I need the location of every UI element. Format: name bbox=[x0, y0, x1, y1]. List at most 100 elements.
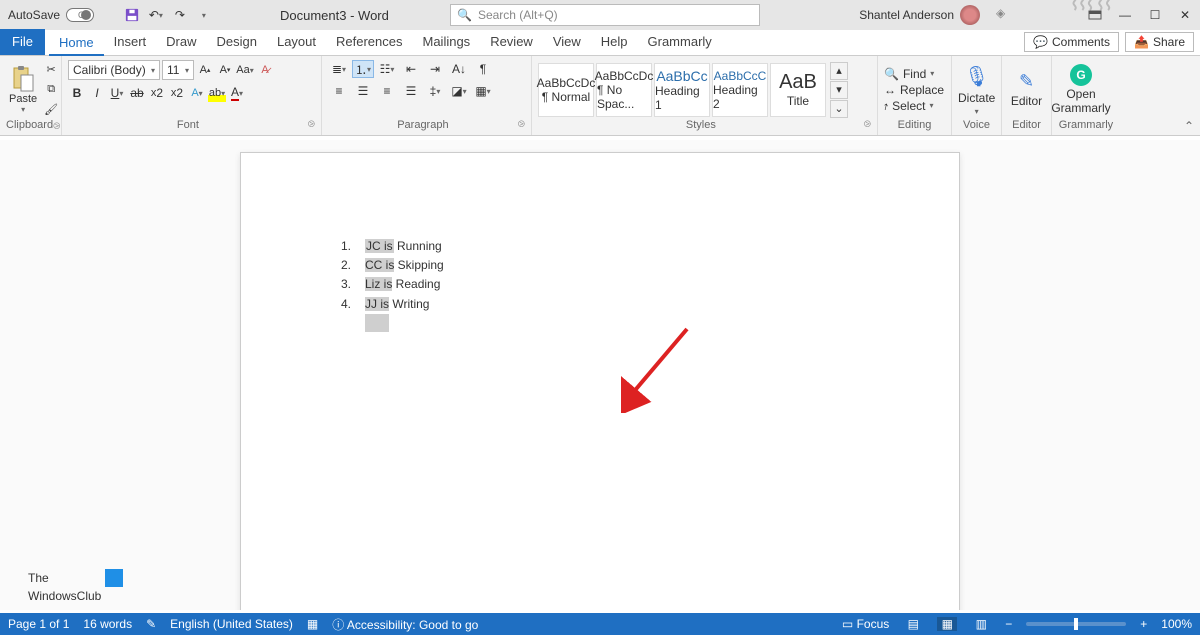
web-layout-button[interactable]: ▥ bbox=[971, 617, 991, 631]
qat-more-button[interactable]: ▾ bbox=[194, 5, 214, 25]
find-button[interactable]: 🔍 Find ▾ bbox=[884, 67, 944, 81]
shading-button[interactable]: ◪▾ bbox=[448, 82, 470, 100]
styles-launcher[interactable]: ⧁ bbox=[864, 119, 871, 133]
collapse-ribbon-button[interactable]: ⌃ bbox=[1184, 119, 1194, 133]
italic-button[interactable]: I bbox=[88, 84, 106, 102]
change-case-button[interactable]: Aa▾ bbox=[236, 61, 254, 79]
tab-review[interactable]: Review bbox=[480, 29, 543, 55]
align-right-button[interactable]: ≡ bbox=[376, 82, 398, 100]
tab-design[interactable]: Design bbox=[207, 29, 267, 55]
paragraph-launcher[interactable]: ⧁ bbox=[518, 119, 525, 133]
save-button[interactable] bbox=[122, 5, 142, 25]
zoom-level[interactable]: 100% bbox=[1161, 617, 1192, 631]
superscript-button[interactable]: x2 bbox=[168, 84, 186, 102]
tab-view[interactable]: View bbox=[543, 29, 591, 55]
justify-button[interactable]: ☰ bbox=[400, 82, 422, 100]
tab-insert[interactable]: Insert bbox=[104, 29, 157, 55]
page[interactable]: 1.JC is Running 2.CC is Skipping 3.Liz i… bbox=[240, 152, 960, 610]
style-heading1[interactable]: AaBbCcHeading 1 bbox=[654, 63, 710, 117]
style-gallery[interactable]: AaBbCcDc¶ Normal AaBbCcDc¶ No Spac... Aa… bbox=[538, 62, 848, 118]
copy-button[interactable]: ⧉ bbox=[42, 81, 60, 99]
read-mode-button[interactable]: ▤ bbox=[903, 617, 923, 631]
align-center-button[interactable]: ☰ bbox=[352, 82, 374, 100]
tab-draw[interactable]: Draw bbox=[156, 29, 206, 55]
tab-layout[interactable]: Layout bbox=[267, 29, 326, 55]
highlight-button[interactable]: ab▾ bbox=[208, 84, 226, 102]
style-row-down[interactable]: ▾ bbox=[830, 81, 848, 99]
numbered-list[interactable]: 1.JC is Running 2.CC is Skipping 3.Liz i… bbox=[337, 237, 863, 332]
replace-button[interactable]: ↔ Replace bbox=[884, 83, 944, 97]
redo-button[interactable]: ↷ bbox=[170, 5, 190, 25]
text-effects-button[interactable]: A▾ bbox=[188, 84, 206, 102]
tab-grammarly[interactable]: Grammarly bbox=[638, 29, 722, 55]
dictate-button[interactable]: 🎙Dictate▾ bbox=[958, 64, 995, 116]
strikethrough-button[interactable]: ab bbox=[128, 84, 146, 102]
style-normal[interactable]: AaBbCcDc¶ Normal bbox=[538, 63, 594, 117]
decrease-indent-button[interactable]: ⇤ bbox=[400, 60, 422, 78]
cut-button[interactable]: ✂ bbox=[42, 61, 60, 79]
focus-mode-button[interactable]: ▭ Focus bbox=[842, 617, 889, 631]
page-indicator[interactable]: Page 1 of 1 bbox=[8, 617, 69, 631]
bold-button[interactable]: B bbox=[68, 84, 86, 102]
shrink-font-button[interactable]: A▾ bbox=[216, 61, 234, 79]
zoom-out-button[interactable]: − bbox=[1005, 617, 1012, 631]
document-canvas[interactable]: 1.JC is Running 2.CC is Skipping 3.Liz i… bbox=[0, 140, 1200, 610]
list-item[interactable]: 1.JC is Running bbox=[337, 237, 863, 256]
clear-formatting-button[interactable]: A̷ bbox=[256, 61, 274, 79]
underline-button[interactable]: U▾ bbox=[108, 84, 126, 102]
style-heading2[interactable]: AaBbCcCHeading 2 bbox=[712, 63, 768, 117]
style-title[interactable]: AaBTitle bbox=[770, 63, 826, 117]
autosave-toggle[interactable]: AutoSave Off bbox=[8, 8, 112, 22]
user-account[interactable]: Shantel Anderson bbox=[859, 5, 980, 25]
font-color-button[interactable]: A▾ bbox=[228, 84, 246, 102]
print-layout-button[interactable]: ▦ bbox=[937, 617, 957, 631]
grow-font-button[interactable]: A▴ bbox=[196, 61, 214, 79]
style-nospacing[interactable]: AaBbCcDc¶ No Spac... bbox=[596, 63, 652, 117]
list-item[interactable]: 2.CC is Skipping bbox=[337, 256, 863, 275]
macro-icon[interactable]: ▦ bbox=[307, 617, 318, 631]
font-name-select[interactable]: Calibri (Body)▾ bbox=[68, 60, 160, 80]
spellcheck-icon[interactable]: ✎ bbox=[146, 617, 156, 631]
bullets-button[interactable]: ≣▾ bbox=[328, 60, 350, 78]
tab-file[interactable]: File bbox=[0, 29, 45, 55]
editor-button[interactable]: ✎Editor bbox=[1008, 71, 1045, 108]
minimize-button[interactable]: — bbox=[1110, 0, 1140, 30]
align-left-button[interactable]: ≡ bbox=[328, 82, 350, 100]
multilevel-button[interactable]: ☷▾ bbox=[376, 60, 398, 78]
show-marks-button[interactable]: ¶ bbox=[472, 60, 494, 78]
tab-help[interactable]: Help bbox=[591, 29, 638, 55]
accessibility-status[interactable]: ⓘ Accessibility: Good to go bbox=[332, 616, 478, 633]
paste-button[interactable]: Paste ▾ bbox=[6, 63, 40, 116]
style-expand[interactable]: ⌄ bbox=[830, 100, 848, 118]
list-item[interactable]: 4.JJ is Writing bbox=[337, 295, 863, 314]
search-input[interactable]: 🔍 Search (Alt+Q) bbox=[450, 4, 760, 26]
list-item[interactable]: 3.Liz is Reading bbox=[337, 275, 863, 294]
tab-home[interactable]: Home bbox=[49, 30, 104, 56]
font-size-select[interactable]: 11▾ bbox=[162, 60, 194, 80]
format-painter-button[interactable]: 🖌 bbox=[42, 101, 60, 119]
tab-mailings[interactable]: Mailings bbox=[413, 29, 481, 55]
tab-references[interactable]: References bbox=[326, 29, 412, 55]
line-spacing-button[interactable]: ‡▾ bbox=[424, 82, 446, 100]
maximize-button[interactable]: ☐ bbox=[1140, 0, 1170, 30]
zoom-slider[interactable] bbox=[1026, 622, 1126, 626]
numbering-button[interactable]: ⒈▾ bbox=[352, 60, 374, 78]
sort-button[interactable]: A↓ bbox=[448, 60, 470, 78]
share-button[interactable]: 📤 Share bbox=[1125, 32, 1194, 52]
undo-button[interactable]: ↶▾ bbox=[146, 5, 166, 25]
premium-icon[interactable]: ◈ bbox=[996, 6, 1014, 24]
zoom-in-button[interactable]: + bbox=[1140, 617, 1147, 631]
increase-indent-button[interactable]: ⇥ bbox=[424, 60, 446, 78]
borders-button[interactable]: ▦▾ bbox=[472, 82, 494, 100]
subscript-button[interactable]: x2 bbox=[148, 84, 166, 102]
word-count[interactable]: 16 words bbox=[83, 617, 132, 631]
grammarly-button[interactable]: GOpen Grammarly bbox=[1058, 64, 1104, 114]
clipboard-launcher[interactable]: ⧁ bbox=[53, 121, 60, 132]
font-launcher[interactable]: ⧁ bbox=[308, 119, 315, 133]
ribbon-display-button[interactable] bbox=[1080, 0, 1110, 30]
close-button[interactable]: ✕ bbox=[1170, 0, 1200, 30]
language-indicator[interactable]: English (United States) bbox=[170, 617, 293, 631]
comments-button[interactable]: 💬 Comments bbox=[1024, 32, 1119, 52]
style-row-up[interactable]: ▴ bbox=[830, 62, 848, 80]
select-button[interactable]: ⭎ Select ▾ bbox=[884, 99, 944, 113]
